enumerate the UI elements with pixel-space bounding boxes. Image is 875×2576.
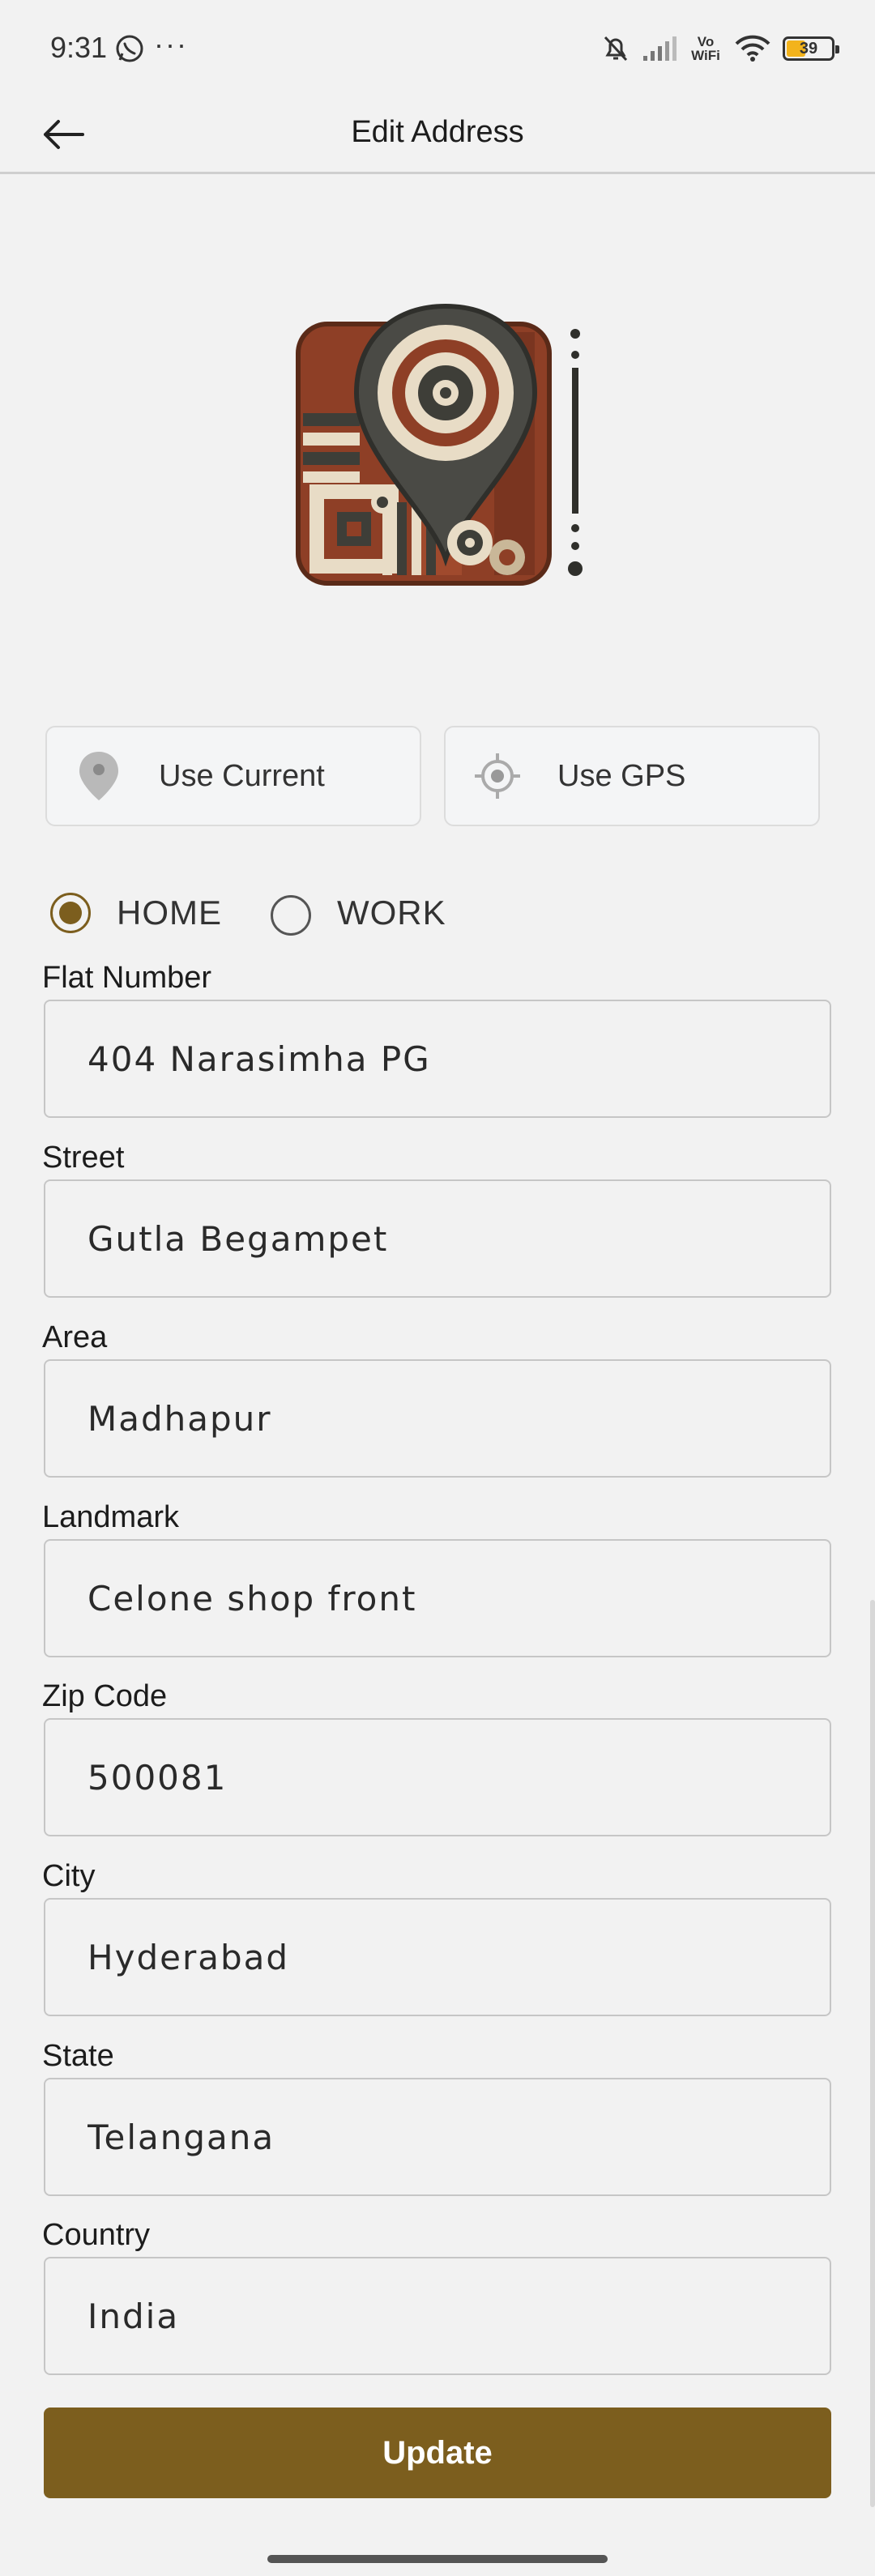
state-label: State [42,2039,114,2073]
country-label: Country [42,2218,151,2252]
status-time: 9:31 [50,31,108,64]
radio-home[interactable]: HOME [50,893,222,933]
status-bar: 9:31 ··· Vo WiFi 39 [0,0,875,97]
status-right-icons: Vo WiFi 39 [601,32,839,65]
radio-work[interactable]: WORK [271,890,446,936]
map-pin-logo [292,300,591,599]
use-gps-label: Use GPS [557,758,686,793]
street-input[interactable] [45,1181,830,1296]
landmark-input[interactable] [45,1541,830,1656]
area-field[interactable] [44,1359,831,1478]
wifi-icon [735,35,770,62]
zip-code-field[interactable] [44,1718,831,1836]
country-input[interactable] [45,2258,830,2373]
state-field[interactable] [44,2078,831,2196]
gps-target-icon [472,750,523,802]
signal-icon [643,36,677,61]
landmark-label: Landmark [42,1500,179,1534]
city-field[interactable] [44,1898,831,2016]
address-type-group: HOME WORK [50,885,495,941]
home-indicator[interactable] [267,2555,608,2563]
app-bar: Edit Address [0,97,875,174]
flat-number-input[interactable] [45,1001,830,1116]
update-button[interactable]: Update [44,2408,831,2498]
street-field[interactable] [44,1179,831,1298]
battery-level: 39 [799,40,818,58]
radio-home-circle[interactable] [50,893,91,933]
street-label: Street [42,1141,125,1175]
landmark-field[interactable] [44,1539,831,1657]
map-marker-icon [73,750,125,802]
flat-number-field[interactable] [44,1000,831,1118]
radio-work-label: WORK [337,893,446,932]
status-more: ··· [154,28,188,61]
whatsapp-icon [116,35,143,62]
use-current-label: Use Current [159,758,325,793]
use-gps-button[interactable]: Use GPS [444,726,820,826]
scrollbar[interactable] [870,1600,875,2507]
use-current-button[interactable]: Use Current [45,726,421,826]
state-input[interactable] [45,2079,830,2194]
zip-code-input[interactable] [45,1720,830,1835]
radio-home-label: HOME [117,893,222,932]
country-field[interactable] [44,2257,831,2375]
mute-bell-icon [604,36,628,62]
page-title: Edit Address [351,115,524,149]
radio-work-circle[interactable] [271,895,311,936]
flat-number-label: Flat Number [42,961,212,995]
battery-icon: 39 [783,36,839,61]
vowifi-indicator: Vo WiFi [691,34,720,63]
city-label: City [42,1859,96,1893]
area-input[interactable] [45,1361,830,1476]
city-input[interactable] [45,1900,830,2015]
zip-code-label: Zip Code [42,1679,168,1713]
area-label: Area [42,1320,108,1354]
